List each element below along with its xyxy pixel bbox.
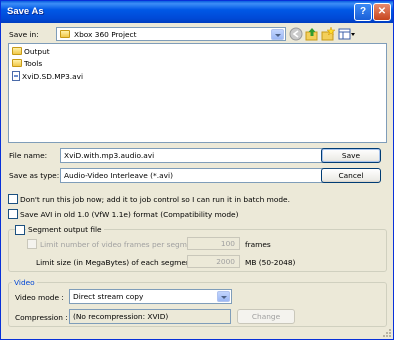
compression-label: Compression : <box>15 313 68 322</box>
segment-output-checkbox[interactable] <box>15 225 25 235</box>
batch-mode-checkbox[interactable] <box>8 194 18 204</box>
list-item[interactable]: Tools <box>12 59 42 70</box>
segment-output-label: Segment output file <box>26 225 104 234</box>
frames-unit-label: frames <box>245 240 271 249</box>
save-as-type-dropdown[interactable]: Audio-Video Interleave (*.avi) <box>60 168 343 183</box>
close-button[interactable]: ✕ <box>373 3 391 21</box>
batch-mode-label: Don't run this job now; add it to job co… <box>20 195 290 204</box>
save-button[interactable]: Save <box>321 148 381 163</box>
folder-icon <box>12 59 22 67</box>
list-item[interactable]: Output <box>12 47 50 58</box>
change-button[interactable]: Change <box>237 309 295 324</box>
list-item[interactable]: XviD.SD.MP3.avi <box>12 71 83 82</box>
back-icon[interactable] <box>289 27 303 41</box>
limit-frames-label: Limit number of video frames per segment… <box>40 240 209 249</box>
chevron-down-icon[interactable] <box>217 291 230 302</box>
window-title: Save As <box>7 6 44 17</box>
save-in-value: Xbox 360 Project <box>74 30 137 39</box>
video-mode-value: Direct stream copy <box>73 292 144 301</box>
chevron-down-icon[interactable] <box>271 29 284 40</box>
save-as-dialog: Save As ? ✕ Save in: Xbox 360 Project Ou… <box>0 0 394 340</box>
folder-icon <box>12 47 22 55</box>
limit-size-field[interactable]: 2000 <box>187 255 240 268</box>
limit-size-label: Limit size (in MegaBytes) of each segmen… <box>36 258 209 267</box>
limit-frames-field[interactable]: 100 <box>187 237 240 250</box>
new-folder-icon[interactable] <box>321 27 335 41</box>
save-in-dropdown[interactable]: Xbox 360 Project <box>56 27 286 41</box>
avi-file-icon <box>12 71 20 81</box>
video-group-title: Video <box>12 278 37 287</box>
old-avi-label: Save AVI in old 1.0 (VfW 1.1e) format (C… <box>20 210 239 219</box>
video-mode-label: Video mode : <box>15 293 64 302</box>
compression-field: (No recompression: XVID) <box>69 309 231 324</box>
help-button[interactable]: ? <box>354 3 372 21</box>
file-name-label: File name: <box>9 151 48 160</box>
cancel-button[interactable]: Cancel <box>321 168 381 183</box>
save-as-type-label: Save as type: <box>9 171 60 180</box>
folder-icon <box>60 30 72 39</box>
file-name-value: XviD.with.mp3.audio.avi <box>64 151 155 160</box>
view-menu-icon[interactable] <box>338 27 356 41</box>
size-unit-label: MB (50-2048) <box>245 258 296 267</box>
video-mode-dropdown[interactable]: Direct stream copy <box>69 289 232 304</box>
title-bar[interactable]: Save As ? ✕ <box>1 1 393 23</box>
file-name-field[interactable]: XviD.with.mp3.audio.avi <box>60 148 343 163</box>
old-avi-checkbox[interactable] <box>8 209 18 219</box>
file-list[interactable]: Output Tools XviD.SD.MP3.avi <box>8 43 387 143</box>
save-in-label: Save in: <box>9 30 39 39</box>
save-as-type-value: Audio-Video Interleave (*.avi) <box>64 171 173 180</box>
resize-grip-icon[interactable] <box>382 328 392 338</box>
up-folder-icon[interactable] <box>305 27 319 41</box>
limit-frames-checkbox[interactable] <box>27 239 37 249</box>
